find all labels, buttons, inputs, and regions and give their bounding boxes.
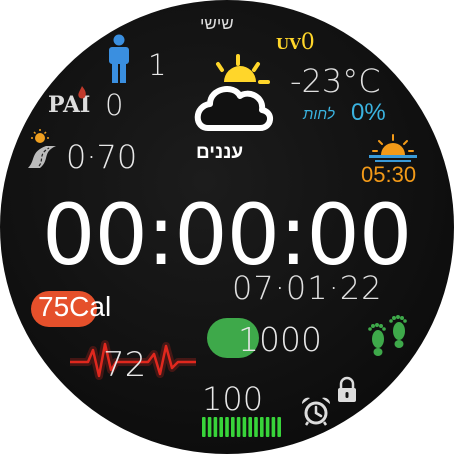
partly-cloudy-icon <box>194 54 273 131</box>
battery-bar <box>277 417 281 437</box>
battery-bar <box>202 417 206 437</box>
active-steps-value: 1 <box>148 48 167 82</box>
calories-value: 75 <box>38 291 70 322</box>
humidity-value: 0% <box>351 99 386 126</box>
battery-bar <box>260 417 264 437</box>
battery-bar <box>242 417 247 437</box>
battery-bars-icon <box>202 417 281 437</box>
alarm-clock-icon <box>301 397 331 426</box>
road-icon <box>28 129 56 168</box>
person-icon <box>109 34 129 83</box>
uv-label: UV <box>276 35 301 53</box>
battery-bar <box>219 417 223 437</box>
watch-face: שישי UV0 1 PAI 0 0·70 -23°C לחות 0% ענני… <box>0 0 454 454</box>
sunset-icon <box>369 134 417 162</box>
battery-bar <box>231 417 235 437</box>
battery-bar <box>265 417 270 437</box>
calories-unit: Cal <box>69 291 112 322</box>
date-value: 07·01·22 <box>232 269 383 307</box>
battery-bar <box>213 417 218 437</box>
footprints-icon <box>368 315 407 356</box>
weather-condition: עננים <box>196 142 244 163</box>
battery-bar <box>225 417 229 437</box>
humidity-label: לחות <box>303 106 335 123</box>
battery-bar <box>271 417 276 437</box>
pai-flame-icon <box>78 86 86 99</box>
battery-value: 100 <box>202 380 264 418</box>
uv-value: 0 <box>300 30 315 55</box>
distance-value: 0·70 <box>66 138 138 176</box>
battery-bar <box>254 417 258 437</box>
heart-rate-value: 72 <box>103 345 147 385</box>
day-of-week: שישי <box>200 14 234 33</box>
sunset-time: 05:30 <box>361 162 417 187</box>
battery-bar <box>207 417 212 437</box>
step-goal-value: 1000 <box>238 320 322 359</box>
battery-bar <box>248 417 252 437</box>
pai-value: 0 <box>105 88 124 122</box>
battery-bar <box>236 417 241 437</box>
uv-index: UV0 <box>276 30 315 55</box>
temperature-value: -23°C <box>290 62 381 100</box>
calories-display: 75Cal <box>38 291 111 323</box>
lock-icon[interactable] <box>336 376 358 404</box>
